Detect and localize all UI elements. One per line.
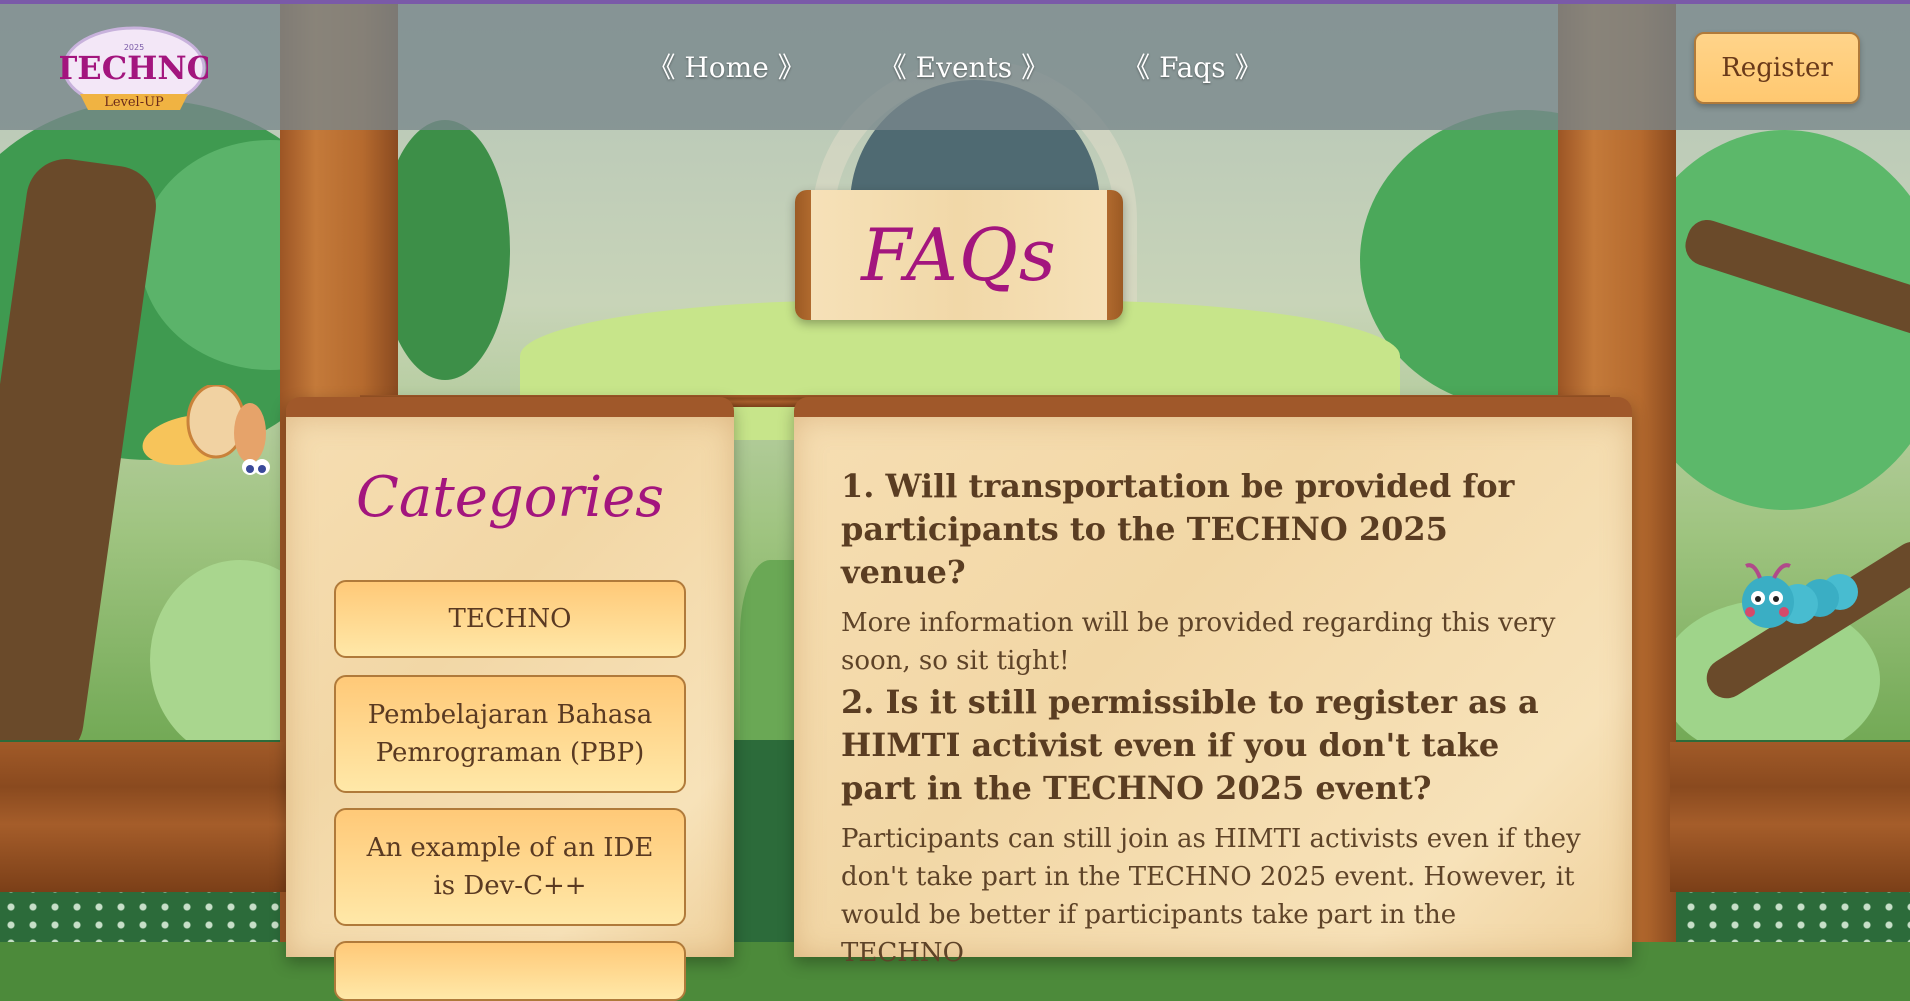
nav-links: 《 Home 》 《 Events 》 《 Faqs 》 (0, 46, 1910, 86)
butterfly-icon (142, 385, 270, 475)
page-title: FAQs (861, 213, 1057, 297)
svg-text:Level-UP: Level-UP (104, 95, 164, 110)
bush-decoration (380, 120, 510, 380)
faq-item: 1. Will transportation be provided for p… (841, 465, 1581, 680)
faq-item: 2. Is it still permissible to register a… (841, 681, 1581, 972)
faq-answer: More information will be provided regard… (841, 608, 1556, 676)
caterpillar-icon (1742, 563, 1858, 628)
nav-faqs-link[interactable]: 《 Faqs 》 (1122, 46, 1262, 86)
faq-answer: Participants can still join as HIMTI act… (841, 824, 1581, 968)
category-button-pbp[interactable]: Pembelajaran Bahasa Pemrograman (PBP) (334, 675, 686, 793)
categories-panel: Categories TECHNO Pembelajaran Bahasa Pe… (286, 397, 734, 1001)
faq-question[interactable]: 1. Will transportation be provided for p… (841, 465, 1581, 594)
faq-question[interactable]: 2. Is it still permissible to register a… (841, 681, 1581, 810)
wooden-plank (0, 742, 290, 892)
faq-panel: 1. Will transportation be provided for p… (794, 397, 1632, 968)
category-button-ide[interactable]: An example of an IDE is Dev-C++ (334, 808, 686, 926)
nav-home-link[interactable]: 《 Home 》 (647, 46, 805, 86)
top-navbar: TECHNO 2025 Level-UP 《 Home 》 《 Events 》… (0, 0, 1910, 130)
category-button-techno[interactable]: TECHNO (334, 580, 686, 658)
category-button[interactable] (334, 941, 686, 1001)
categories-title: Categories (356, 465, 664, 530)
register-button[interactable]: Register (1694, 32, 1860, 104)
page-title-scroll: FAQs (795, 190, 1123, 320)
wooden-plank (1670, 742, 1910, 892)
nav-events-link[interactable]: 《 Events 》 (879, 46, 1049, 86)
